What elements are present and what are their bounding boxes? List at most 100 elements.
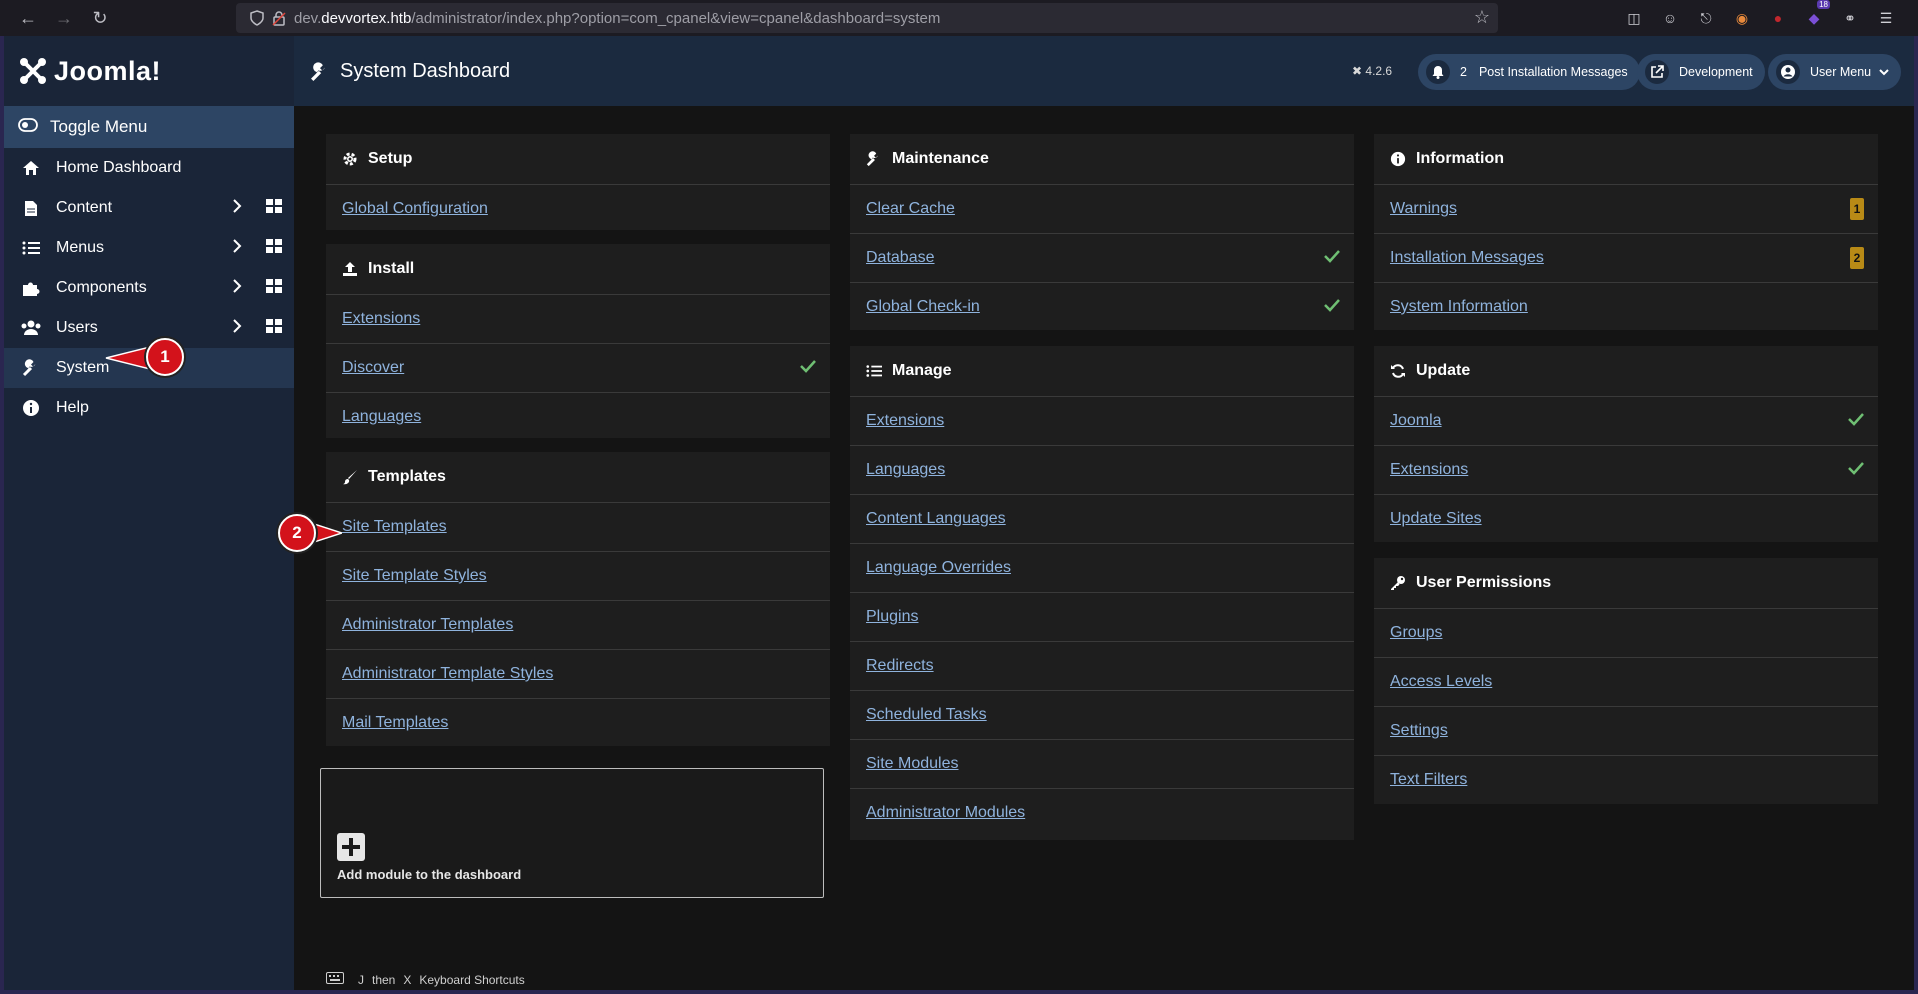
dashboard-grid-icon[interactable]: [266, 199, 282, 218]
scheduled-tasks-link[interactable]: Scheduled Tasks: [866, 706, 987, 724]
list-item: Administrator Templates: [326, 600, 830, 649]
list-item: Languages: [326, 392, 830, 441]
warnings-count-badge: 1: [1850, 198, 1864, 220]
clear-cache-link[interactable]: Clear Cache: [866, 200, 955, 218]
list-item: Extensions: [850, 396, 1354, 445]
pocket-icon[interactable]: ◫: [1622, 6, 1646, 30]
dashboard-grid-icon[interactable]: [266, 239, 282, 258]
sidebar-item-help[interactable]: Help: [4, 388, 294, 428]
dashboard-grid-icon[interactable]: [266, 319, 282, 338]
chevron-right-icon[interactable]: [232, 238, 242, 259]
sidebar-item-label: Home Dashboard: [56, 159, 182, 176]
manage-languages-link[interactable]: Languages: [866, 461, 945, 479]
plugins-link[interactable]: Plugins: [866, 608, 918, 626]
shortcut-key-x: X: [403, 972, 412, 987]
ublock-icon[interactable]: ●: [1766, 6, 1790, 30]
keyboard-shortcuts-hint[interactable]: J then X Keyboard Shortcuts: [326, 972, 525, 987]
post-installation-messages-button[interactable]: 2 Post Installation Messages: [1418, 54, 1640, 90]
language-overrides-link[interactable]: Language Overrides: [866, 559, 1011, 577]
chevron-right-icon[interactable]: [232, 318, 242, 339]
sidebar-item-label: Components: [56, 279, 147, 296]
lock-icon[interactable]: [268, 7, 290, 29]
shield-icon[interactable]: [246, 7, 268, 29]
update-extensions-link[interactable]: Extensions: [1390, 461, 1468, 479]
site-modules-link[interactable]: Site Modules: [866, 755, 959, 773]
annotation-step-1: 1: [146, 338, 184, 376]
site-templates-link[interactable]: Site Templates: [342, 518, 447, 536]
address-bar[interactable]: dev. devvortex.htb/administrator/index.ph…: [236, 3, 1498, 33]
access-levels-link[interactable]: Access Levels: [1390, 673, 1492, 691]
card-header: User Permissions: [1374, 558, 1878, 608]
chevron-right-icon[interactable]: [232, 198, 242, 219]
update-sites-link[interactable]: Update Sites: [1390, 510, 1482, 528]
content-languages-link[interactable]: Content Languages: [866, 510, 1006, 528]
bookmark-star-icon[interactable]: ☆: [1474, 7, 1490, 28]
joomla-logo-icon: [20, 58, 46, 84]
brush-icon: [342, 469, 358, 485]
page-header: System Dashboard ✖ 4.2.6 2 Post Installa…: [294, 36, 1914, 106]
sidebar-item-users[interactable]: Users: [4, 308, 294, 348]
manage-extensions-link[interactable]: Extensions: [866, 412, 944, 430]
sidebar-item-menus[interactable]: Menus: [4, 228, 294, 268]
user-permissions-card: User Permissions Groups Access Levels Se…: [1374, 558, 1878, 804]
add-module-button[interactable]: Add module to the dashboard: [320, 768, 824, 898]
joomla-logo[interactable]: Joomla!: [4, 36, 294, 106]
back-icon[interactable]: ←: [10, 0, 46, 36]
global-configuration-link[interactable]: Global Configuration: [342, 200, 488, 218]
reload-icon[interactable]: ↻: [82, 0, 118, 36]
plus-square-icon: [337, 833, 365, 866]
glasses-icon[interactable]: ⚭: [1838, 6, 1862, 30]
toggle-menu-button[interactable]: Toggle Menu: [4, 106, 294, 148]
redirects-link[interactable]: Redirects: [866, 657, 934, 675]
installation-messages-link[interactable]: Installation Messages: [1390, 249, 1544, 267]
list-icon: [866, 364, 882, 378]
text-filters-link[interactable]: Text Filters: [1390, 771, 1467, 789]
info-icon: [20, 399, 42, 417]
forward-icon[interactable]: →: [46, 0, 82, 36]
card-header: Maintenance: [850, 134, 1354, 184]
administrator-modules-link[interactable]: Administrator Modules: [866, 804, 1025, 822]
card-header: Setup: [326, 134, 830, 184]
wrench-icon: [310, 62, 330, 87]
chevron-right-icon[interactable]: [232, 278, 242, 299]
toggle-icon: [18, 117, 38, 137]
sidebar-item-label: System: [56, 359, 110, 376]
list-item: Global Check-in: [850, 282, 1354, 331]
browser-toolbar: ← → ↻ dev. devvortex.htb/administrator/in…: [0, 0, 1918, 36]
fox-extension-icon[interactable]: ◉: [1730, 6, 1754, 30]
joomla-update-link[interactable]: Joomla: [1390, 412, 1442, 430]
administrator-templates-link[interactable]: Administrator Templates: [342, 616, 513, 634]
hamburger-menu-icon[interactable]: ☰: [1874, 6, 1898, 30]
global-checkin-link[interactable]: Global Check-in: [866, 298, 980, 316]
user-menu-button[interactable]: User Menu: [1768, 54, 1902, 90]
groups-link[interactable]: Groups: [1390, 624, 1442, 642]
install-extensions-link[interactable]: Extensions: [342, 310, 420, 328]
user-menu-label: User Menu: [1810, 65, 1872, 79]
sidebar-item-content[interactable]: Content: [4, 188, 294, 228]
sidebar-item-home-dashboard[interactable]: Home Dashboard: [4, 148, 294, 188]
dashboard-grid-icon[interactable]: [266, 279, 282, 298]
list-item: Clear Cache: [850, 184, 1354, 233]
account-icon[interactable]: ☺: [1658, 6, 1682, 30]
system-information-link[interactable]: System Information: [1390, 298, 1528, 316]
check-icon: [1324, 298, 1340, 317]
mail-templates-link[interactable]: Mail Templates: [342, 714, 448, 732]
upload-icon: [342, 261, 358, 277]
site-template-styles-link[interactable]: Site Template Styles: [342, 567, 487, 585]
joomla-small-icon: ✖: [1352, 64, 1363, 78]
administrator-template-styles-link[interactable]: Administrator Template Styles: [342, 665, 553, 683]
development-button[interactable]: Development: [1637, 54, 1765, 90]
key-icon: [1390, 575, 1406, 591]
post-installation-label: Post Installation Messages: [1478, 65, 1628, 79]
card-title: Install: [368, 260, 415, 277]
purple-extension-icon[interactable]: ◆ 18: [1802, 0, 1830, 30]
warnings-link[interactable]: Warnings: [1390, 200, 1457, 218]
discover-link[interactable]: Discover: [342, 359, 404, 377]
database-link[interactable]: Database: [866, 249, 935, 267]
update-card: Update Joomla Extensions Update Sites: [1374, 346, 1878, 542]
sidebar-item-components[interactable]: Components: [4, 268, 294, 308]
settings-link[interactable]: Settings: [1390, 722, 1448, 740]
install-languages-link[interactable]: Languages: [342, 408, 421, 426]
sidebar-item-label: Content: [56, 199, 113, 216]
extensions-icon[interactable]: ⎋: [1694, 6, 1718, 30]
